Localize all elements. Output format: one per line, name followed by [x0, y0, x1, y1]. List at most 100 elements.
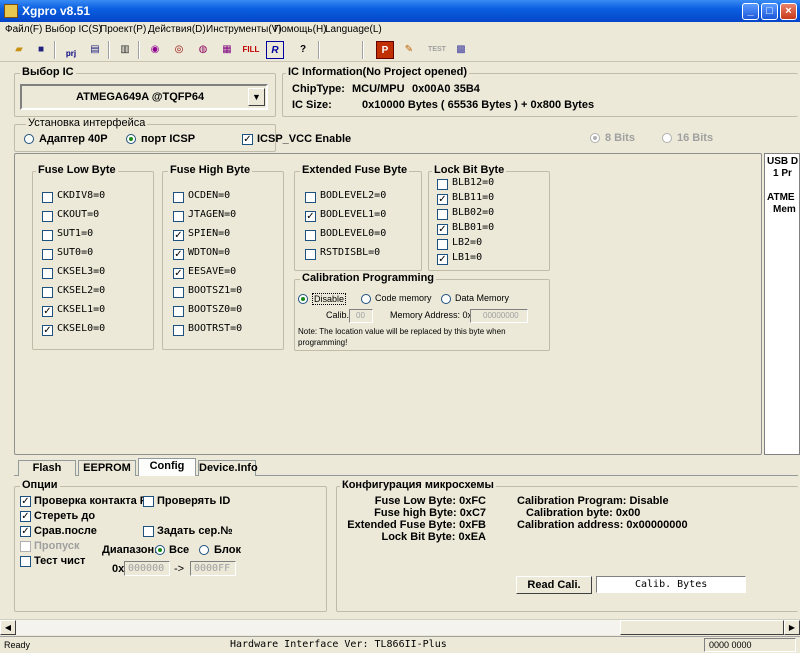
ic-info-label: IC Information(No Project opened)	[286, 66, 470, 78]
scroll-right-icon[interactable]: ▶	[784, 620, 800, 635]
menu-help[interactable]: Помощь(H)	[274, 24, 327, 35]
8bits-radio[interactable]	[590, 133, 600, 143]
cal-code-label: Code memory	[375, 293, 432, 303]
save-icon[interactable]: ■	[32, 41, 50, 59]
fuse_low-checkbox-0[interactable]	[42, 192, 53, 203]
close-button[interactable]: ×	[780, 3, 797, 20]
horizontal-scrollbar[interactable]: ◀ ▶	[0, 619, 800, 635]
icsp-radio[interactable]	[126, 134, 136, 144]
adapter-radio[interactable]	[24, 134, 34, 144]
lock_bits-checkbox-1[interactable]: ✓	[437, 194, 448, 205]
fuse_high-checkbox-5[interactable]	[173, 287, 184, 298]
lock_bits-checkbox-5[interactable]: ✓	[437, 254, 448, 265]
lock_bits-checkbox-4[interactable]	[437, 239, 448, 250]
project-icon[interactable]: prj	[62, 41, 80, 59]
blank-test-checkbox[interactable]	[20, 556, 31, 567]
edit-icon[interactable]: ✎	[400, 41, 418, 59]
fuse_high-checkbox-0[interactable]	[173, 192, 184, 203]
ext_fuse-checkbox-3[interactable]	[305, 249, 316, 260]
check-pins-checkbox[interactable]: ✓	[20, 496, 31, 507]
menu-language[interactable]: Language(L)	[325, 24, 382, 35]
tab-config[interactable]: Config	[138, 458, 196, 476]
fuse_low-checkbox-3[interactable]	[42, 249, 53, 260]
menu-actions[interactable]: Действия(D)	[148, 24, 206, 35]
tab-eeprom[interactable]: EEPROM	[78, 460, 136, 476]
range-from-value: 000000	[128, 563, 165, 574]
lock_bits-checkbox-2[interactable]	[437, 209, 448, 220]
check-id-checkbox[interactable]	[143, 496, 154, 507]
erase-before-checkbox[interactable]: ✓	[20, 511, 31, 522]
range-block-radio[interactable]	[199, 545, 209, 555]
ext_fuse-checkbox-1[interactable]: ✓	[305, 211, 316, 222]
chevron-down-icon[interactable]: ▼	[248, 88, 265, 106]
protect-icon[interactable]: P	[376, 41, 394, 59]
cfg-fuse-low: Fuse Low Byte: 0xFC	[374, 495, 486, 507]
fuse_low-checkbox-5[interactable]	[42, 287, 53, 298]
compare-after-checkbox[interactable]: ✓	[20, 526, 31, 537]
vcc-enable-checkbox[interactable]: ✓	[242, 134, 253, 145]
options-label: Опции	[20, 479, 60, 491]
fuse_high-label-1: JTAGEN=0	[188, 209, 237, 220]
cal-data-radio[interactable]	[441, 294, 451, 304]
save-project-icon[interactable]: ▤	[86, 41, 104, 59]
menu-select-ic[interactable]: Выбор IC(S)	[45, 24, 102, 35]
range-from-input[interactable]: 000000	[124, 561, 170, 576]
fuse_high-checkbox-3[interactable]: ✓	[173, 249, 184, 260]
chip-select-icon[interactable]: ▩	[452, 41, 470, 59]
fuse_low-checkbox-1[interactable]	[42, 211, 53, 222]
ic-select-combo[interactable]: ATMEGA649A @TQFP64 ▼	[20, 84, 268, 110]
help-icon[interactable]: ?	[294, 41, 312, 59]
test-icon[interactable]: TEST	[426, 41, 448, 59]
check-pins-label: Проверка контакта PI	[34, 495, 144, 507]
fuse_high-checkbox-6[interactable]	[173, 306, 184, 317]
menu-tools[interactable]: Инструменты(V)	[206, 24, 282, 35]
maximize-button[interactable]: □	[761, 3, 778, 20]
skip-checkbox[interactable]	[20, 541, 31, 552]
erase-icon[interactable]: ▦	[218, 41, 236, 59]
fuse_high-checkbox-4[interactable]: ✓	[173, 268, 184, 279]
fuse_low-checkbox-6[interactable]: ✓	[42, 306, 53, 317]
fuse_low-checkbox-7[interactable]: ✓	[42, 325, 53, 336]
lock_bits-checkbox-3[interactable]: ✓	[437, 224, 448, 235]
cal-code-radio[interactable]	[361, 294, 371, 304]
fuse_low-checkbox-2[interactable]	[42, 230, 53, 241]
fuse_low-checkbox-4[interactable]	[42, 268, 53, 279]
16bits-radio[interactable]	[662, 133, 672, 143]
cal-disable-radio[interactable]	[298, 294, 308, 304]
read-icon[interactable]: ◉	[146, 41, 164, 59]
ext_fuse-label-3: RSTDISBL=0	[320, 247, 381, 258]
lock_bits-checkbox-0[interactable]	[437, 179, 448, 190]
blank-check-icon[interactable]: ◍	[194, 41, 212, 59]
tab-device-info[interactable]: Device.Info	[198, 460, 258, 476]
fuse_low-label-0: CKDIV8=0	[57, 190, 106, 201]
fuse_high-checkbox-7[interactable]	[173, 325, 184, 336]
ic-select-label: Выбор IC	[20, 66, 76, 78]
open-icon[interactable]: ▰	[10, 41, 28, 59]
app-icon	[4, 4, 18, 18]
read-cali-button[interactable]: Read Cali.	[516, 576, 592, 594]
calib-bytes-text: Calib. Bytes	[635, 579, 708, 590]
minimize-button[interactable]: _	[742, 3, 759, 20]
ext_fuse-checkbox-2[interactable]	[305, 230, 316, 241]
range-label: Диапазон:	[102, 544, 158, 556]
fuse_high-checkbox-1[interactable]	[173, 211, 184, 222]
8bits-label: 8 Bits	[605, 132, 635, 144]
scroll-thumb[interactable]	[620, 620, 784, 635]
fuse_low-label-2: SUT1=0	[57, 228, 94, 239]
range-to-input[interactable]: 0000FF	[190, 561, 236, 576]
fuse_high-checkbox-2[interactable]: ✓	[173, 230, 184, 241]
set-serial-checkbox[interactable]	[143, 526, 154, 537]
verify-icon[interactable]: ◎	[170, 41, 188, 59]
scroll-left-icon[interactable]: ◀	[0, 620, 16, 635]
chip-icon[interactable]: ▥	[116, 41, 134, 59]
mem-addr-input[interactable]: 00000000	[470, 309, 528, 323]
menu-project[interactable]: Проект(P)	[100, 24, 146, 35]
fill-icon[interactable]: FILL	[242, 41, 260, 59]
ext_fuse-checkbox-0[interactable]	[305, 192, 316, 203]
menu-file[interactable]: Файл(F)	[5, 24, 42, 35]
calib-input[interactable]: 00	[349, 309, 373, 323]
title-bar[interactable]: Xgpro v8.51 _ □ ×	[0, 0, 800, 22]
range-all-radio[interactable]	[155, 545, 165, 555]
program-icon[interactable]: R	[266, 41, 284, 59]
tab-flash[interactable]: Flash	[18, 460, 76, 476]
